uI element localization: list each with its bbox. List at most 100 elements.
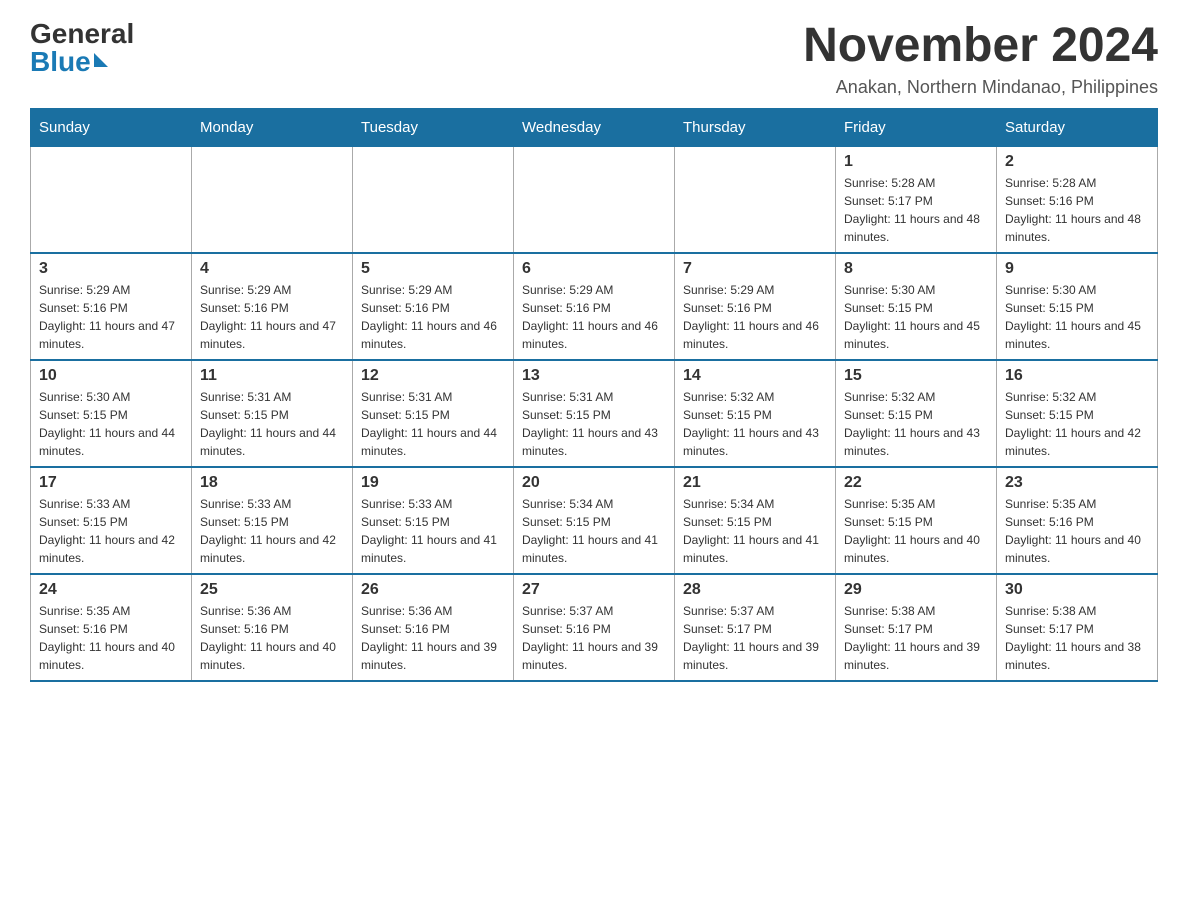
page-header: General Blue November 2024 Anakan, North… [30, 20, 1158, 98]
day-number: 23 [1005, 474, 1149, 492]
calendar-cell: 16 Sunrise: 5:32 AM Sunset: 5:15 PM Dayli… [997, 360, 1158, 467]
calendar-cell: 18 Sunrise: 5:33 AM Sunset: 5:15 PM Dayli… [192, 467, 353, 574]
day-number: 7 [683, 260, 827, 278]
day-number: 18 [200, 474, 344, 492]
day-info: Sunrise: 5:32 AM Sunset: 5:15 PM Dayligh… [683, 388, 827, 460]
calendar-cell: 11 Sunrise: 5:31 AM Sunset: 5:15 PM Dayli… [192, 360, 353, 467]
day-number: 6 [522, 260, 666, 278]
day-info: Sunrise: 5:37 AM Sunset: 5:16 PM Dayligh… [522, 602, 666, 674]
day-info: Sunrise: 5:30 AM Sunset: 5:15 PM Dayligh… [844, 281, 988, 353]
calendar-header-sunday: Sunday [31, 108, 192, 146]
calendar-cell: 3Sunrise: 5:29 AM Sunset: 5:16 PM Daylig… [31, 253, 192, 360]
day-number: 12 [361, 367, 505, 385]
day-info: Sunrise: 5:31 AM Sunset: 5:15 PM Dayligh… [200, 388, 344, 460]
logo: General Blue [30, 20, 134, 76]
calendar-cell: 13Sunrise: 5:31 AM Sunset: 5:15 PM Dayli… [514, 360, 675, 467]
calendar-cell [31, 146, 192, 253]
day-info: Sunrise: 5:37 AM Sunset: 5:17 PM Dayligh… [683, 602, 827, 674]
day-info: Sunrise: 5:33 AM Sunset: 5:15 PM Dayligh… [200, 495, 344, 567]
calendar-cell: 12 Sunrise: 5:31 AM Sunset: 5:15 PM Dayli… [353, 360, 514, 467]
day-info: Sunrise: 5:32 AM Sunset: 5:15 PM Dayligh… [844, 388, 988, 460]
calendar-cell: 17 Sunrise: 5:33 AM Sunset: 5:15 PM Dayli… [31, 467, 192, 574]
day-number: 24 [39, 581, 183, 599]
day-info: Sunrise: 5:36 AM Sunset: 5:16 PM Dayligh… [361, 602, 505, 674]
title-area: November 2024 Anakan, Northern Mindanao,… [803, 20, 1158, 98]
calendar-cell [353, 146, 514, 253]
calendar-cell: 30 Sunrise: 5:38 AM Sunset: 5:17 PM Dayli… [997, 574, 1158, 681]
calendar-week-row: 10 Sunrise: 5:30 AM Sunset: 5:15 PM Dayli… [31, 360, 1158, 467]
day-info: Sunrise: 5:29 AM Sunset: 5:16 PM Dayligh… [683, 281, 827, 353]
day-info: Sunrise: 5:30 AM Sunset: 5:15 PM Dayligh… [1005, 281, 1149, 353]
day-info: Sunrise: 5:29 AM Sunset: 5:16 PM Dayligh… [522, 281, 666, 353]
calendar-cell: 6 Sunrise: 5:29 AM Sunset: 5:16 PM Daylig… [514, 253, 675, 360]
day-number: 8 [844, 260, 988, 278]
day-info: Sunrise: 5:36 AM Sunset: 5:16 PM Dayligh… [200, 602, 344, 674]
day-info: Sunrise: 5:30 AM Sunset: 5:15 PM Dayligh… [39, 388, 183, 460]
logo-general-text: General [30, 20, 134, 48]
day-info: Sunrise: 5:32 AM Sunset: 5:15 PM Dayligh… [1005, 388, 1149, 460]
calendar-week-row: 3Sunrise: 5:29 AM Sunset: 5:16 PM Daylig… [31, 253, 1158, 360]
day-number: 14 [683, 367, 827, 385]
day-number: 11 [200, 367, 344, 385]
calendar-cell: 25 Sunrise: 5:36 AM Sunset: 5:16 PM Dayli… [192, 574, 353, 681]
calendar-cell [675, 146, 836, 253]
day-info: Sunrise: 5:31 AM Sunset: 5:15 PM Dayligh… [361, 388, 505, 460]
calendar-cell: 20Sunrise: 5:34 AM Sunset: 5:15 PM Dayli… [514, 467, 675, 574]
day-number: 2 [1005, 153, 1149, 171]
calendar-header-saturday: Saturday [997, 108, 1158, 146]
month-year-title: November 2024 [803, 20, 1158, 73]
calendar-cell [192, 146, 353, 253]
calendar-cell: 7 Sunrise: 5:29 AM Sunset: 5:16 PM Daylig… [675, 253, 836, 360]
day-number: 25 [200, 581, 344, 599]
calendar-header-thursday: Thursday [675, 108, 836, 146]
calendar-cell: 23 Sunrise: 5:35 AM Sunset: 5:16 PM Dayli… [997, 467, 1158, 574]
calendar-cell: 10 Sunrise: 5:30 AM Sunset: 5:15 PM Dayli… [31, 360, 192, 467]
calendar-cell: 4 Sunrise: 5:29 AM Sunset: 5:16 PM Daylig… [192, 253, 353, 360]
day-info: Sunrise: 5:35 AM Sunset: 5:16 PM Dayligh… [1005, 495, 1149, 567]
day-info: Sunrise: 5:28 AM Sunset: 5:17 PM Dayligh… [844, 174, 988, 246]
day-number: 20 [522, 474, 666, 492]
calendar-week-row: 24 Sunrise: 5:35 AM Sunset: 5:16 PM Dayli… [31, 574, 1158, 681]
calendar-cell: 26Sunrise: 5:36 AM Sunset: 5:16 PM Dayli… [353, 574, 514, 681]
calendar-week-row: 17 Sunrise: 5:33 AM Sunset: 5:15 PM Dayli… [31, 467, 1158, 574]
day-number: 10 [39, 367, 183, 385]
calendar-cell: 28 Sunrise: 5:37 AM Sunset: 5:17 PM Dayli… [675, 574, 836, 681]
logo-blue-text: Blue [30, 48, 108, 76]
day-info: Sunrise: 5:35 AM Sunset: 5:15 PM Dayligh… [844, 495, 988, 567]
calendar-header-wednesday: Wednesday [514, 108, 675, 146]
day-number: 9 [1005, 260, 1149, 278]
day-info: Sunrise: 5:29 AM Sunset: 5:16 PM Dayligh… [200, 281, 344, 353]
calendar-cell: 1Sunrise: 5:28 AM Sunset: 5:17 PM Daylig… [836, 146, 997, 253]
day-number: 4 [200, 260, 344, 278]
calendar-header-monday: Monday [192, 108, 353, 146]
day-number: 21 [683, 474, 827, 492]
calendar-cell [514, 146, 675, 253]
calendar-cell: 24 Sunrise: 5:35 AM Sunset: 5:16 PM Dayli… [31, 574, 192, 681]
calendar-cell: 27 Sunrise: 5:37 AM Sunset: 5:16 PM Dayli… [514, 574, 675, 681]
day-number: 28 [683, 581, 827, 599]
day-info: Sunrise: 5:28 AM Sunset: 5:16 PM Dayligh… [1005, 174, 1149, 246]
calendar-header-row: SundayMondayTuesdayWednesdayThursdayFrid… [31, 108, 1158, 146]
calendar-cell: 5Sunrise: 5:29 AM Sunset: 5:16 PM Daylig… [353, 253, 514, 360]
day-number: 19 [361, 474, 505, 492]
day-info: Sunrise: 5:33 AM Sunset: 5:15 PM Dayligh… [361, 495, 505, 567]
calendar-cell: 21 Sunrise: 5:34 AM Sunset: 5:15 PM Dayli… [675, 467, 836, 574]
day-number: 17 [39, 474, 183, 492]
day-info: Sunrise: 5:29 AM Sunset: 5:16 PM Dayligh… [39, 281, 183, 353]
day-info: Sunrise: 5:34 AM Sunset: 5:15 PM Dayligh… [683, 495, 827, 567]
logo-triangle-icon [94, 53, 108, 67]
calendar-table: SundayMondayTuesdayWednesdayThursdayFrid… [30, 108, 1158, 682]
calendar-cell: 9 Sunrise: 5:30 AM Sunset: 5:15 PM Daylig… [997, 253, 1158, 360]
day-info: Sunrise: 5:35 AM Sunset: 5:16 PM Dayligh… [39, 602, 183, 674]
day-info: Sunrise: 5:38 AM Sunset: 5:17 PM Dayligh… [1005, 602, 1149, 674]
day-number: 22 [844, 474, 988, 492]
calendar-header-tuesday: Tuesday [353, 108, 514, 146]
calendar-cell: 15Sunrise: 5:32 AM Sunset: 5:15 PM Dayli… [836, 360, 997, 467]
day-number: 27 [522, 581, 666, 599]
location-subtitle: Anakan, Northern Mindanao, Philippines [803, 77, 1158, 98]
calendar-cell: 2 Sunrise: 5:28 AM Sunset: 5:16 PM Daylig… [997, 146, 1158, 253]
day-number: 16 [1005, 367, 1149, 385]
day-number: 30 [1005, 581, 1149, 599]
day-info: Sunrise: 5:33 AM Sunset: 5:15 PM Dayligh… [39, 495, 183, 567]
day-number: 13 [522, 367, 666, 385]
